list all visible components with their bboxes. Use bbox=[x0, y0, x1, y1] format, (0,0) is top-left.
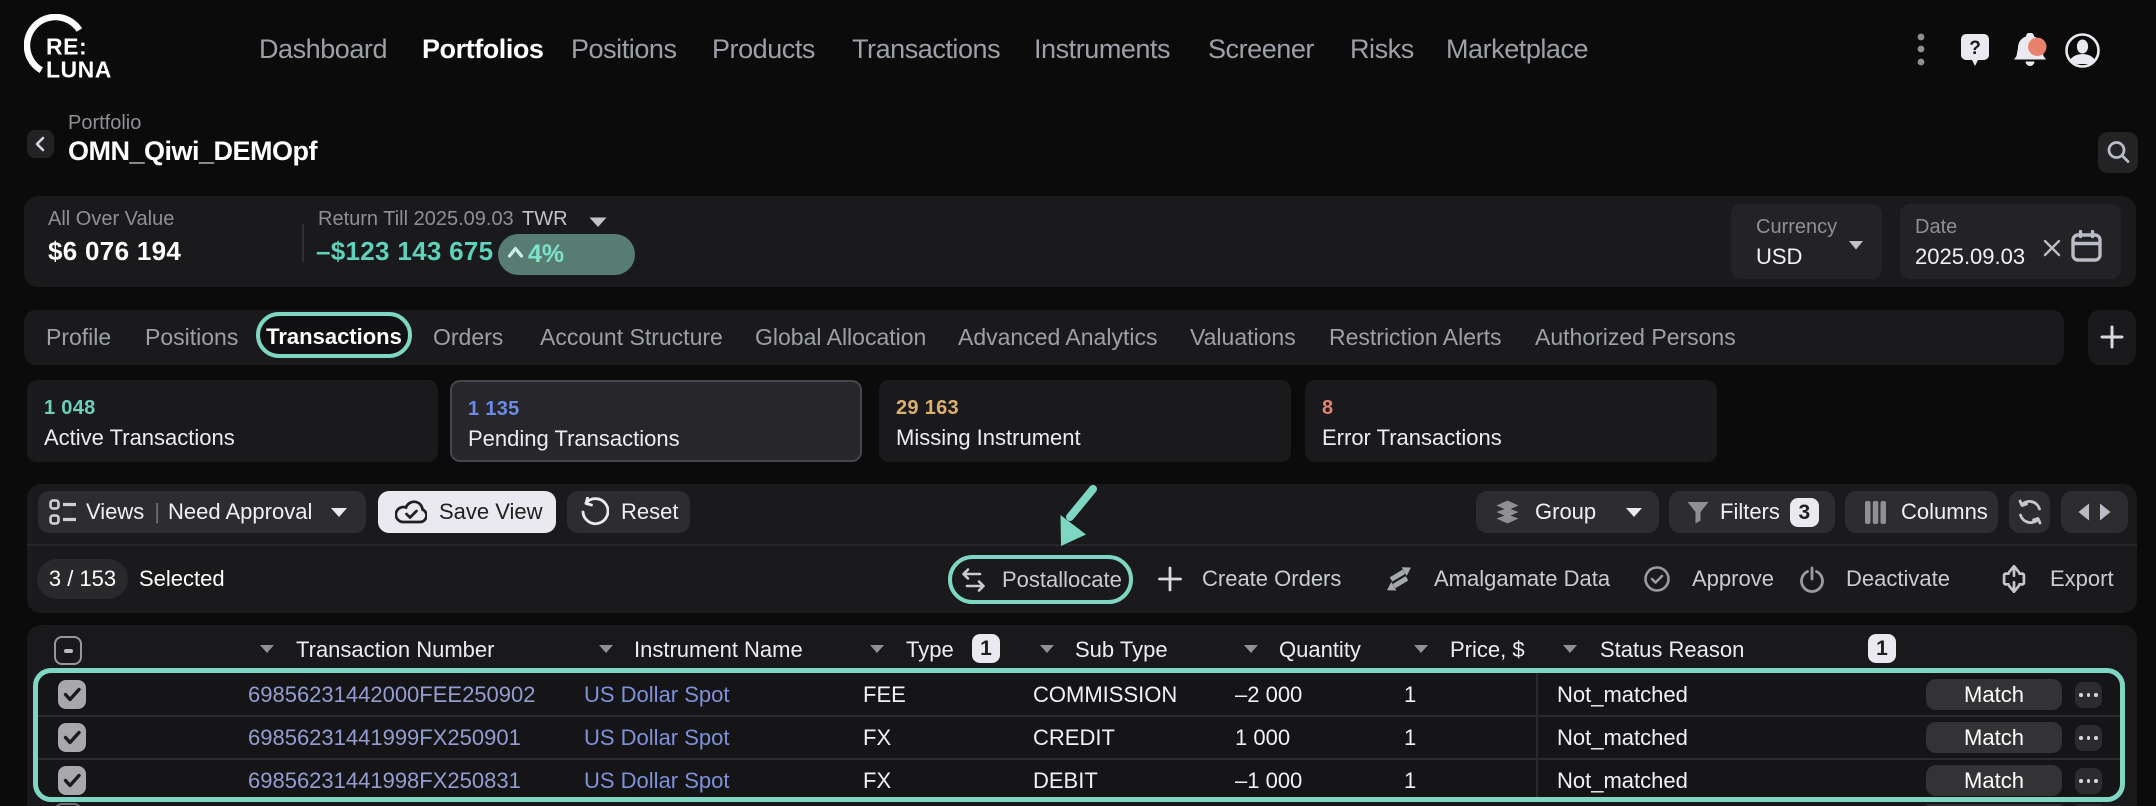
svg-text:?: ? bbox=[1969, 38, 1981, 59]
svg-text:LUNA: LUNA bbox=[46, 57, 112, 83]
